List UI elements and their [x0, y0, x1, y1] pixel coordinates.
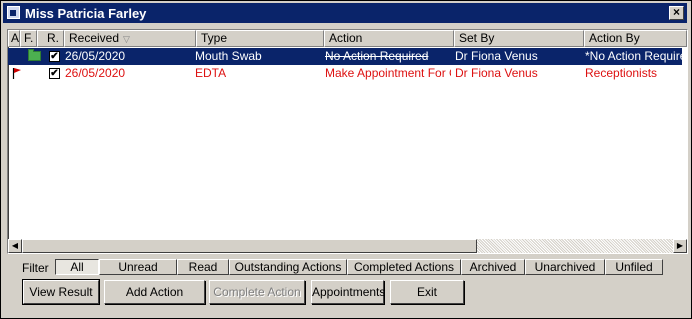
scroll-left-icon[interactable]: ◀ — [8, 239, 22, 253]
close-button[interactable]: × — [669, 6, 684, 20]
results-list[interactable]: A. F. R. Received▽ Type Action Set By Ac… — [7, 29, 688, 254]
list-header: A. F. R. Received▽ Type Action Set By Ac… — [8, 30, 687, 47]
set-by: Dr Fiona Venus — [455, 49, 538, 63]
appointments-button[interactable]: Appointments — [311, 280, 385, 304]
exit-button[interactable]: Exit — [390, 280, 464, 304]
column-header-action-by[interactable]: Action By — [584, 30, 687, 47]
action-text: Make Appointment For Gp — [325, 66, 451, 80]
filter-tab-archived[interactable]: Archived — [461, 259, 525, 275]
read-checkbox[interactable]: ✔ — [49, 68, 60, 79]
set-by: Dr Fiona Venus — [455, 66, 538, 80]
action-by: Receptionists — [585, 66, 658, 80]
filter-tab-read[interactable]: Read — [177, 259, 229, 275]
test-type: EDTA — [195, 66, 227, 80]
column-header-a[interactable]: A. — [8, 30, 20, 47]
filter-tab-outstanding-actions[interactable]: Outstanding Actions — [229, 259, 347, 275]
column-header-set-by[interactable]: Set By — [454, 30, 584, 47]
window-icon — [7, 6, 20, 19]
title-bar[interactable]: Miss Patricia Farley × — [3, 3, 687, 23]
filter-label: Filter — [22, 261, 49, 275]
received-date: 26/05/2020 — [65, 49, 126, 63]
action-text: No Action Required — [325, 49, 429, 63]
scroll-thumb[interactable] — [22, 239, 477, 253]
scroll-right-icon[interactable]: ▶ — [673, 239, 687, 253]
add-action-button[interactable]: Add Action — [104, 280, 205, 304]
action-by: *No Action Required — [585, 49, 682, 63]
column-header-received-label: Received — [69, 31, 120, 45]
test-type: Mouth Swab — [195, 49, 262, 63]
complete-action-button[interactable]: Complete Action — [209, 280, 305, 304]
filter-tab-unarchived[interactable]: Unarchived — [525, 259, 605, 275]
folder-icon — [28, 49, 41, 61]
table-row[interactable]: ✔ 26/05/2020 EDTA Make Appointment For G… — [8, 65, 682, 82]
results-window: Miss Patricia Farley × A. F. R. Received… — [0, 0, 692, 319]
column-header-f[interactable]: F. — [20, 30, 37, 47]
column-header-received[interactable]: Received ▽ — [64, 30, 196, 47]
table-row[interactable]: ✔ 26/05/2020 Mouth Swab No Action Requir… — [8, 48, 682, 65]
column-header-r[interactable]: R. — [37, 30, 64, 47]
filter-tab-completed-actions[interactable]: Completed Actions — [347, 259, 461, 275]
column-header-action[interactable]: Action — [324, 30, 454, 47]
column-header-type[interactable]: Type — [196, 30, 324, 47]
view-result-button[interactable]: View Result — [22, 279, 100, 305]
sort-descending-icon: ▽ — [123, 34, 130, 44]
read-checkbox[interactable]: ✔ — [49, 51, 60, 62]
horizontal-scrollbar[interactable]: ◀ ▶ — [8, 239, 687, 253]
scroll-track[interactable] — [22, 239, 673, 253]
received-date: 26/05/2020 — [65, 66, 126, 80]
filter-tab-unread[interactable]: Unread — [99, 259, 177, 275]
window-title: Miss Patricia Farley — [25, 6, 147, 21]
filter-tab-unfiled[interactable]: Unfiled — [605, 259, 663, 275]
filter-tab-all[interactable]: All — [55, 259, 99, 275]
flag-icon — [12, 68, 21, 79]
